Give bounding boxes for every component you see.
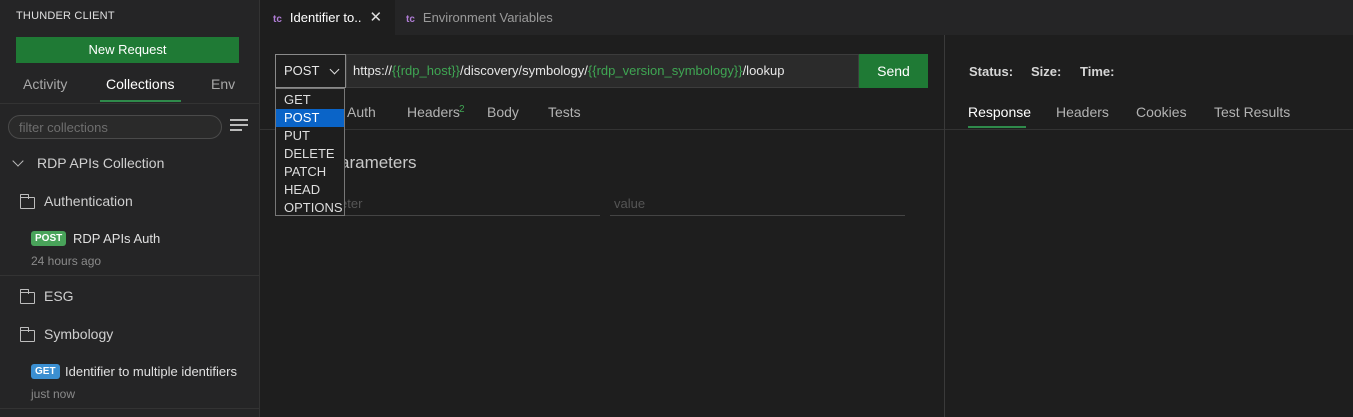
active-tab-indicator [968,126,1026,128]
parameter-value-input[interactable] [610,192,905,216]
url-input[interactable]: https://{{rdp_host}}/discovery/symbology… [346,54,859,88]
folder-label: Symbology [44,326,114,342]
folder-label: Authentication [44,193,133,209]
parameter-name-input[interactable] [336,192,600,216]
tab-collections[interactable]: Collections [106,76,174,92]
editor-tab-environment[interactable]: tc Environment Variables [395,0,580,35]
folder-esg[interactable]: ESG [0,288,260,308]
filter-collections-input[interactable] [8,115,222,139]
folder-icon [19,327,35,342]
tab-response[interactable]: Response [968,104,1031,120]
sidebar-title: THUNDER CLIENT [16,10,115,22]
sidebar-tabs: Activity Collections Env [0,73,260,103]
tab-headers[interactable]: Headers [407,104,460,120]
panel-divider[interactable] [944,35,945,417]
method-option-get[interactable]: GET [276,91,344,109]
url-variable: {{rdp_host}} [392,63,460,78]
method-option-put[interactable]: PUT [276,127,344,145]
time-label: Time: [1080,64,1115,79]
tab-tests[interactable]: Tests [548,104,581,120]
method-option-post[interactable]: POST [276,109,344,127]
method-badge: POST [31,231,67,246]
method-option-patch[interactable]: PATCH [276,163,344,181]
divider [0,275,260,276]
divider [0,408,260,409]
method-badge: GET [31,364,60,379]
editor-tab-bar: tc Identifier to.. ✕ tc Environment Variabl… [260,0,1353,35]
status-label: Status: [969,64,1014,79]
thunder-client-icon: tc [273,14,282,25]
folder-label: ESG [44,288,74,304]
divider [945,129,1353,130]
folder-icon [19,289,35,304]
editor-tab-identifier[interactable]: tc Identifier to.. ✕ [260,0,395,35]
tab-activity[interactable]: Activity [23,76,67,92]
method-option-options[interactable]: OPTIONS [276,199,344,217]
headers-count-badge: 2 [459,104,465,115]
method-select-value: POST [284,63,320,78]
request-time: 24 hours ago [31,254,102,268]
url-variable: {{rdp_version_symbology}} [587,63,743,78]
url-text: https:// [353,63,393,78]
send-button[interactable]: Send [859,54,928,88]
method-dropdown: GET POST PUT DELETE PATCH HEAD OPTIONS [275,88,345,216]
method-option-delete[interactable]: DELETE [276,145,344,163]
tab-test-results[interactable]: Test Results [1214,104,1290,120]
size-label: Size: [1031,64,1062,79]
query-parameters-title: arameters [340,153,417,172]
url-text: /lookup [742,63,785,78]
collection-name: RDP APIs Collection [37,155,165,171]
request-name: RDP APIs Auth [73,231,161,246]
tab-response-headers[interactable]: Headers [1056,104,1109,120]
divider [0,103,260,104]
url-text: /discovery/symbology/ [460,63,588,78]
tab-auth[interactable]: Auth [347,104,376,120]
chevron-down-icon [329,64,340,75]
sidebar: THUNDER CLIENT New Request Activity Coll… [0,0,260,417]
method-option-head[interactable]: HEAD [276,181,344,199]
folder-symbology[interactable]: Symbology [0,326,260,346]
request-item-identifier[interactable]: GET Identifier to multiple identifiers j… [0,362,260,402]
chevron-down-icon [12,155,24,167]
tab-body[interactable]: Body [487,104,519,120]
folder-icon [19,194,35,209]
collection-row[interactable]: RDP APIs Collection [0,155,260,175]
folder-authentication[interactable]: Authentication [0,193,260,213]
editor-tab-label: Identifier to.. [289,10,362,25]
tab-cookies[interactable]: Cookies [1136,104,1187,120]
method-select[interactable]: POST [275,54,346,88]
editor-tab-label: Environment Variables [422,10,553,25]
request-item-rdp-auth[interactable]: POST RDP APIs Auth 24 hours ago [0,229,260,269]
divider [260,129,944,130]
menu-icon[interactable] [230,119,248,133]
tab-env[interactable]: Env [211,76,235,92]
new-request-button[interactable]: New Request [16,37,239,63]
request-time: just now [31,387,76,401]
request-name: Identifier to multiple identifiers [65,364,237,379]
active-tab-indicator [100,100,181,102]
thunder-client-icon: tc [406,14,415,25]
close-icon[interactable]: ✕ [369,0,382,35]
